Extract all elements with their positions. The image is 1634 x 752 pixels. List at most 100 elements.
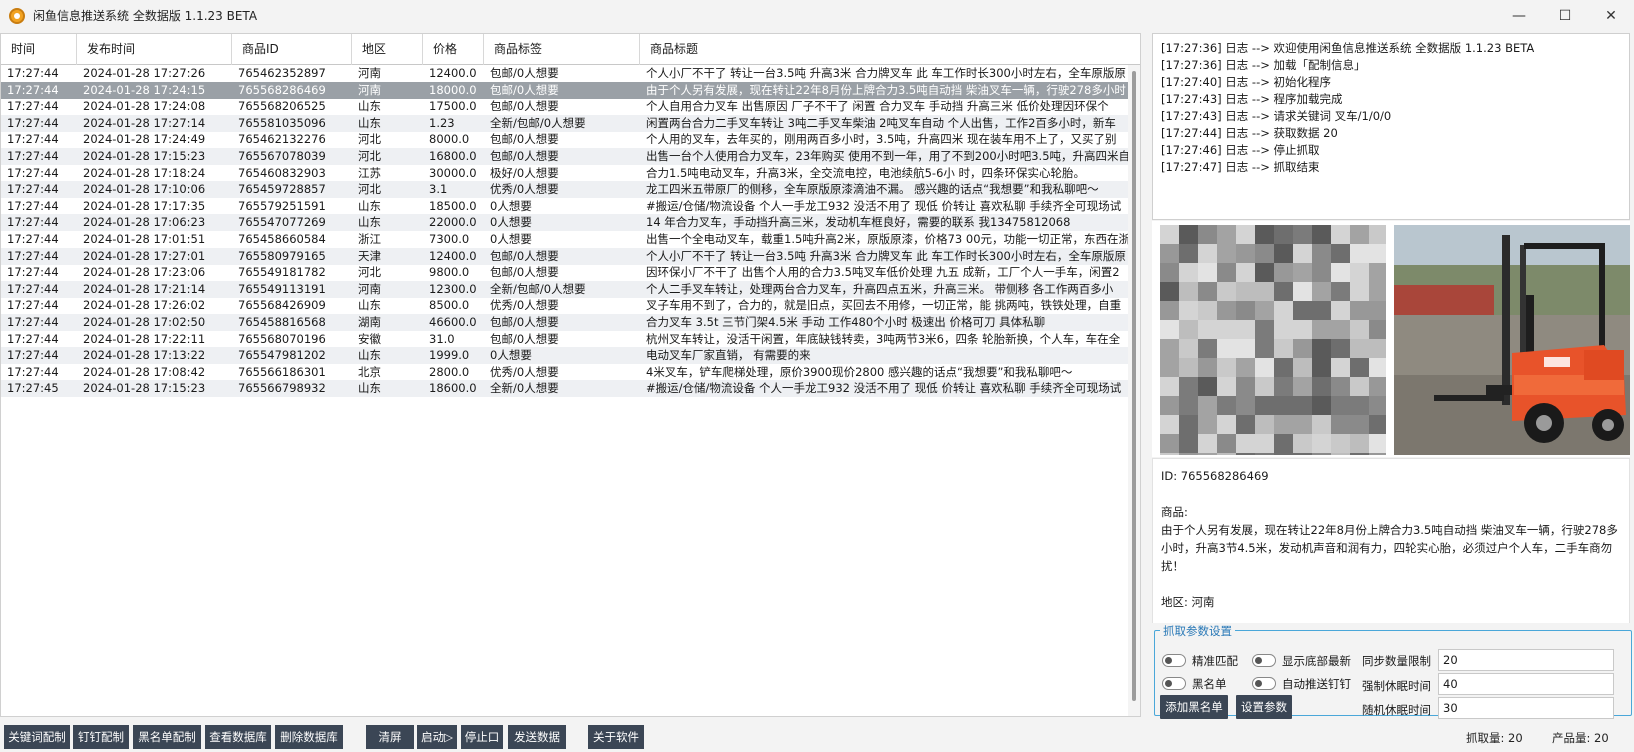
cell-time: 17:27:44: [7, 198, 59, 213]
table-row[interactable]: 17:27:44 2024-01-28 17:27:26 765462352897 河…: [1, 65, 1128, 82]
table-row[interactable]: 17:27:44 2024-01-28 17:02:50 765458816568 湖…: [1, 314, 1128, 331]
start-button[interactable]: 启动▷: [417, 725, 457, 749]
cell-goods-id: 765459728857: [238, 182, 326, 197]
column-header-publish-time[interactable]: 发布时间: [77, 34, 232, 65]
force-sleep-input[interactable]: 40: [1438, 673, 1614, 695]
cell-title: 出售一个全电动叉车，载重1.5吨升高2米，原版原漆，价格73 00元，功能一切正…: [646, 232, 1128, 246]
window-title: 闲鱼信息推送系统 全数据版 1.1.23 BETA: [33, 9, 258, 23]
view-database-button[interactable]: 查看数据库: [205, 725, 271, 749]
column-header-price[interactable]: 价格: [423, 34, 484, 65]
table-row[interactable]: 17:27:44 2024-01-28 17:23:06 765549181782 河…: [1, 264, 1128, 281]
minimize-button[interactable]: —: [1496, 0, 1542, 31]
cell-tags: 0人想要: [490, 348, 532, 363]
table-row[interactable]: 17:27:44 2024-01-28 17:21:14 765549113191 河…: [1, 280, 1128, 298]
table-row[interactable]: 17:27:44 2024-01-28 17:15:23 765567078039 河…: [1, 148, 1128, 165]
cell-time: 17:27:44: [7, 115, 59, 130]
cell-price: 8000.0: [429, 132, 470, 147]
cell-title: 个人二手叉车转让，处理两台合力叉车，升高四点五米，升高三米。 带侧移 各工作两百…: [646, 281, 1114, 296]
column-header-title[interactable]: 商品标题: [640, 34, 1140, 65]
cell-tags: 极好/0人想要: [490, 165, 559, 180]
cell-publish-time: 2024-01-28 17:23:06: [83, 265, 206, 280]
maximize-button[interactable]: ☐: [1542, 0, 1588, 31]
cell-title: 个人小厂不干了 转让一台3.5吨 升高3米 合力牌叉车 此 车工作时长300小时…: [646, 248, 1126, 263]
cell-time: 17:27:44: [7, 364, 59, 379]
cell-publish-time: 2024-01-28 17:22:11: [83, 331, 206, 346]
cell-title: 合力1.5吨电动叉车，升高3米，全交流电控，电池续航5-6小 时，四条环保实心轮…: [646, 165, 1086, 180]
cell-time: 17:27:44: [7, 215, 59, 230]
exact-match-toggle[interactable]: [1162, 654, 1186, 667]
cell-price: 18500.0: [429, 198, 477, 213]
pixelated-image[interactable]: [1160, 225, 1386, 455]
random-sleep-input[interactable]: 30: [1438, 697, 1614, 719]
table-row[interactable]: 17:27:44 2024-01-28 17:13:22 765547981202 山…: [1, 347, 1128, 365]
column-header-time[interactable]: 时间: [1, 34, 77, 65]
cell-goods-id: 765549181782: [238, 265, 326, 280]
cell-time: 17:27:44: [7, 315, 59, 329]
table-row[interactable]: 17:27:44 2024-01-28 17:27:01 765580979165 天…: [1, 247, 1128, 265]
cell-region: 山东: [358, 381, 381, 396]
set-params-button[interactable]: 设置参数: [1236, 695, 1292, 719]
dingtalk-config-button[interactable]: 钉钉配制: [73, 725, 129, 749]
cell-region: 山东: [358, 215, 381, 230]
table-row[interactable]: 17:27:44 2024-01-28 17:17:35 765579251591 山…: [1, 198, 1128, 215]
table-scrollbar-thumb[interactable]: [1132, 71, 1136, 701]
keyword-config-button[interactable]: 关键词配制: [4, 725, 70, 749]
clear-screen-button[interactable]: 清屏: [366, 725, 414, 749]
table-row[interactable]: 17:27:45 2024-01-28 17:15:23 765566798932 山…: [1, 380, 1128, 398]
add-blacklist-button[interactable]: 添加黑名单: [1160, 695, 1228, 719]
table-row[interactable]: 17:27:44 2024-01-28 17:24:15 765568286469 河…: [1, 81, 1128, 99]
cell-time: 17:27:44: [7, 331, 59, 346]
table-row[interactable]: 17:27:44 2024-01-28 17:27:14 765581035096 山…: [1, 114, 1128, 132]
cell-time: 17:27:44: [7, 248, 59, 263]
auto-push-dingtalk-toggle[interactable]: [1252, 677, 1276, 690]
cell-publish-time: 2024-01-28 17:15:23: [83, 381, 206, 396]
cell-tags: 优秀/0人想要: [490, 298, 559, 313]
log-line: [17:27:36] 日志 --> 欢迎使用闲鱼信息推送系统 全数据版 1.1.…: [1161, 41, 1535, 55]
send-data-button[interactable]: 发送数据: [508, 725, 566, 749]
stop-button[interactable]: 停止口: [461, 725, 503, 749]
table-row[interactable]: 17:27:44 2024-01-28 17:18:24 765460832903 江…: [1, 165, 1128, 182]
cell-title: 因环保小厂不干了 出售个人用的合力3.5吨叉车低价处理 九五 成新，工厂个人一手…: [646, 265, 1120, 280]
table-row[interactable]: 17:27:44 2024-01-28 17:08:42 765566186301 北…: [1, 364, 1128, 381]
cell-tags: 全新/包邮/0人想要: [490, 115, 586, 130]
column-header-tags[interactable]: 商品标签: [484, 34, 640, 65]
cell-title: 个人自用合力叉车 出售原因 厂子不干了 闲置 合力叉车 手动挡 升高三米 低价处…: [646, 99, 1109, 114]
table-row[interactable]: 17:27:44 2024-01-28 17:01:51 765458660584 浙…: [1, 231, 1128, 248]
cell-region: 山东: [358, 99, 381, 114]
table-row[interactable]: 17:27:44 2024-01-28 17:06:23 765547077269 山…: [1, 214, 1128, 232]
cell-tags: 包邮/0人想要: [490, 331, 559, 346]
column-header-region[interactable]: 地区: [352, 34, 423, 65]
cell-time: 17:27:44: [7, 348, 59, 363]
forklift-photo[interactable]: [1394, 225, 1630, 455]
cell-goods-id: 765579251591: [238, 198, 326, 213]
log-line: [17:27:44] 日志 --> 获取数据 20: [1161, 126, 1338, 140]
table-row[interactable]: 17:27:44 2024-01-28 17:26:02 765568426909 山…: [1, 297, 1128, 314]
title-bar: 闲鱼信息推送系统 全数据版 1.1.23 BETA — ☐ ✕: [0, 0, 1634, 31]
cell-tags: 优秀/0人想要: [490, 182, 559, 197]
cell-goods-id: 765580979165: [238, 248, 326, 263]
blacklist-config-button[interactable]: 黑名单配制: [133, 725, 201, 749]
table-row[interactable]: 17:27:44 2024-01-28 17:24:08 765568206525 山…: [1, 98, 1128, 115]
sync-limit-input[interactable]: 20: [1438, 649, 1614, 671]
cell-goods-id: 765549113191: [238, 281, 326, 296]
forklift-image: [1394, 225, 1630, 455]
cell-region: 河北: [358, 182, 381, 197]
cell-tags: 包邮/0人想要: [490, 99, 559, 114]
blacklist-toggle[interactable]: [1162, 677, 1186, 690]
cell-goods-id: 765458816568: [238, 315, 326, 329]
table-scrollbar[interactable]: [1128, 65, 1140, 716]
column-header-goods-id[interactable]: 商品ID: [232, 34, 352, 65]
table-row[interactable]: 17:27:44 2024-01-28 17:24:49 765462132276 河…: [1, 131, 1128, 148]
params-group-title: 抓取参数设置: [1160, 623, 1235, 639]
detail-goods-text: 由于个人另有发展，现在转让22年8月份上牌合力3.5吨自动挡 柴油叉车一辆，行驶…: [1161, 523, 1618, 573]
goods-detail-panel: ID: 765568286469 商品: 由于个人另有发展，现在转让22年8月份…: [1152, 458, 1630, 646]
table-row[interactable]: 17:27:44 2024-01-28 17:10:06 765459728857 河…: [1, 181, 1128, 199]
close-button[interactable]: ✕: [1588, 0, 1634, 31]
cell-publish-time: 2024-01-28 17:27:01: [83, 248, 206, 263]
cell-tags: 优秀/0人想要: [490, 364, 559, 379]
table-row[interactable]: 17:27:44 2024-01-28 17:22:11 765568070196 安…: [1, 331, 1128, 348]
about-button[interactable]: 关于软件: [588, 725, 644, 749]
cell-region: 山东: [358, 115, 381, 130]
delete-database-button[interactable]: 删除数据库: [275, 725, 343, 749]
show-bottom-latest-toggle[interactable]: [1252, 654, 1276, 667]
